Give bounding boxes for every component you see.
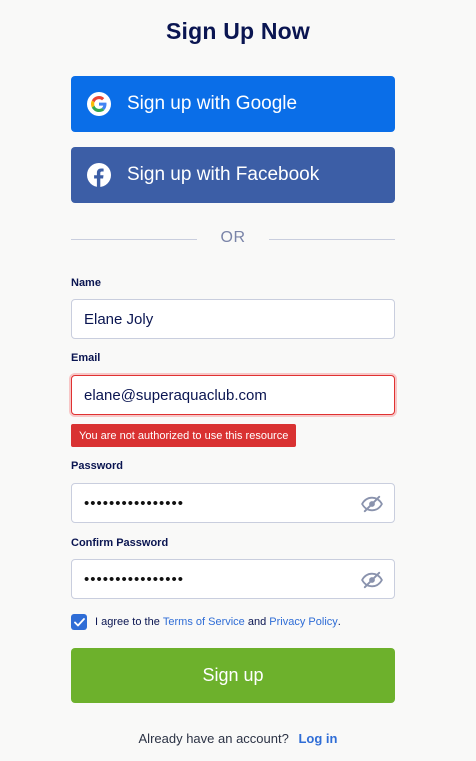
eye-slash-icon[interactable]: [361, 494, 383, 514]
email-error-message: You are not authorized to use this resou…: [71, 424, 297, 447]
agree-suffix: .: [337, 616, 341, 628]
agree-prefix: I agree to the: [95, 616, 160, 628]
confirm-password-field[interactable]: ••••••••••••••••: [71, 559, 395, 599]
confirm-password-label: Confirm Password: [71, 537, 169, 549]
name-field[interactable]: Elane Joly: [71, 299, 395, 339]
google-logo-icon: [87, 92, 111, 116]
password-value: ••••••••••••••••: [84, 494, 185, 512]
facebook-signup-button[interactable]: Sign up with Facebook: [71, 147, 395, 203]
password-field[interactable]: ••••••••••••••••: [71, 483, 395, 523]
page-title: Sign Up Now: [165, 18, 311, 44]
facebook-logo-icon: [87, 163, 111, 187]
agree-and: and: [247, 616, 267, 628]
google-signup-button[interactable]: Sign up with Google: [71, 76, 395, 132]
privacy-policy-link[interactable]: Privacy Policy: [269, 616, 337, 628]
login-prompt: Already have an account? Log in: [0, 731, 476, 746]
password-label: Password: [71, 460, 123, 472]
terms-of-service-link[interactable]: Terms of Service: [163, 616, 245, 628]
email-value: elane@superaquaclub.com: [84, 386, 267, 404]
terms-agreement: I agree to the Terms of Service and Priv…: [71, 614, 341, 630]
checkmark-icon: [73, 617, 85, 626]
email-label: Email: [71, 352, 101, 364]
divider-line-right: [269, 239, 395, 240]
login-prompt-text: Already have an account?: [138, 731, 289, 746]
facebook-signup-label: Sign up with Facebook: [127, 164, 320, 185]
agree-checkbox[interactable]: [71, 614, 87, 630]
confirm-password-value: ••••••••••••••••: [84, 570, 185, 588]
email-field[interactable]: elane@superaquaclub.com: [71, 375, 395, 415]
divider-text: OR: [220, 229, 246, 246]
google-signup-label: Sign up with Google: [127, 93, 298, 114]
name-label: Name: [71, 277, 101, 289]
login-link[interactable]: Log in: [298, 731, 337, 746]
signup-button[interactable]: Sign up: [71, 648, 395, 703]
or-divider: OR: [71, 228, 395, 250]
eye-slash-icon[interactable]: [361, 570, 383, 590]
name-value: Elane Joly: [84, 310, 154, 328]
